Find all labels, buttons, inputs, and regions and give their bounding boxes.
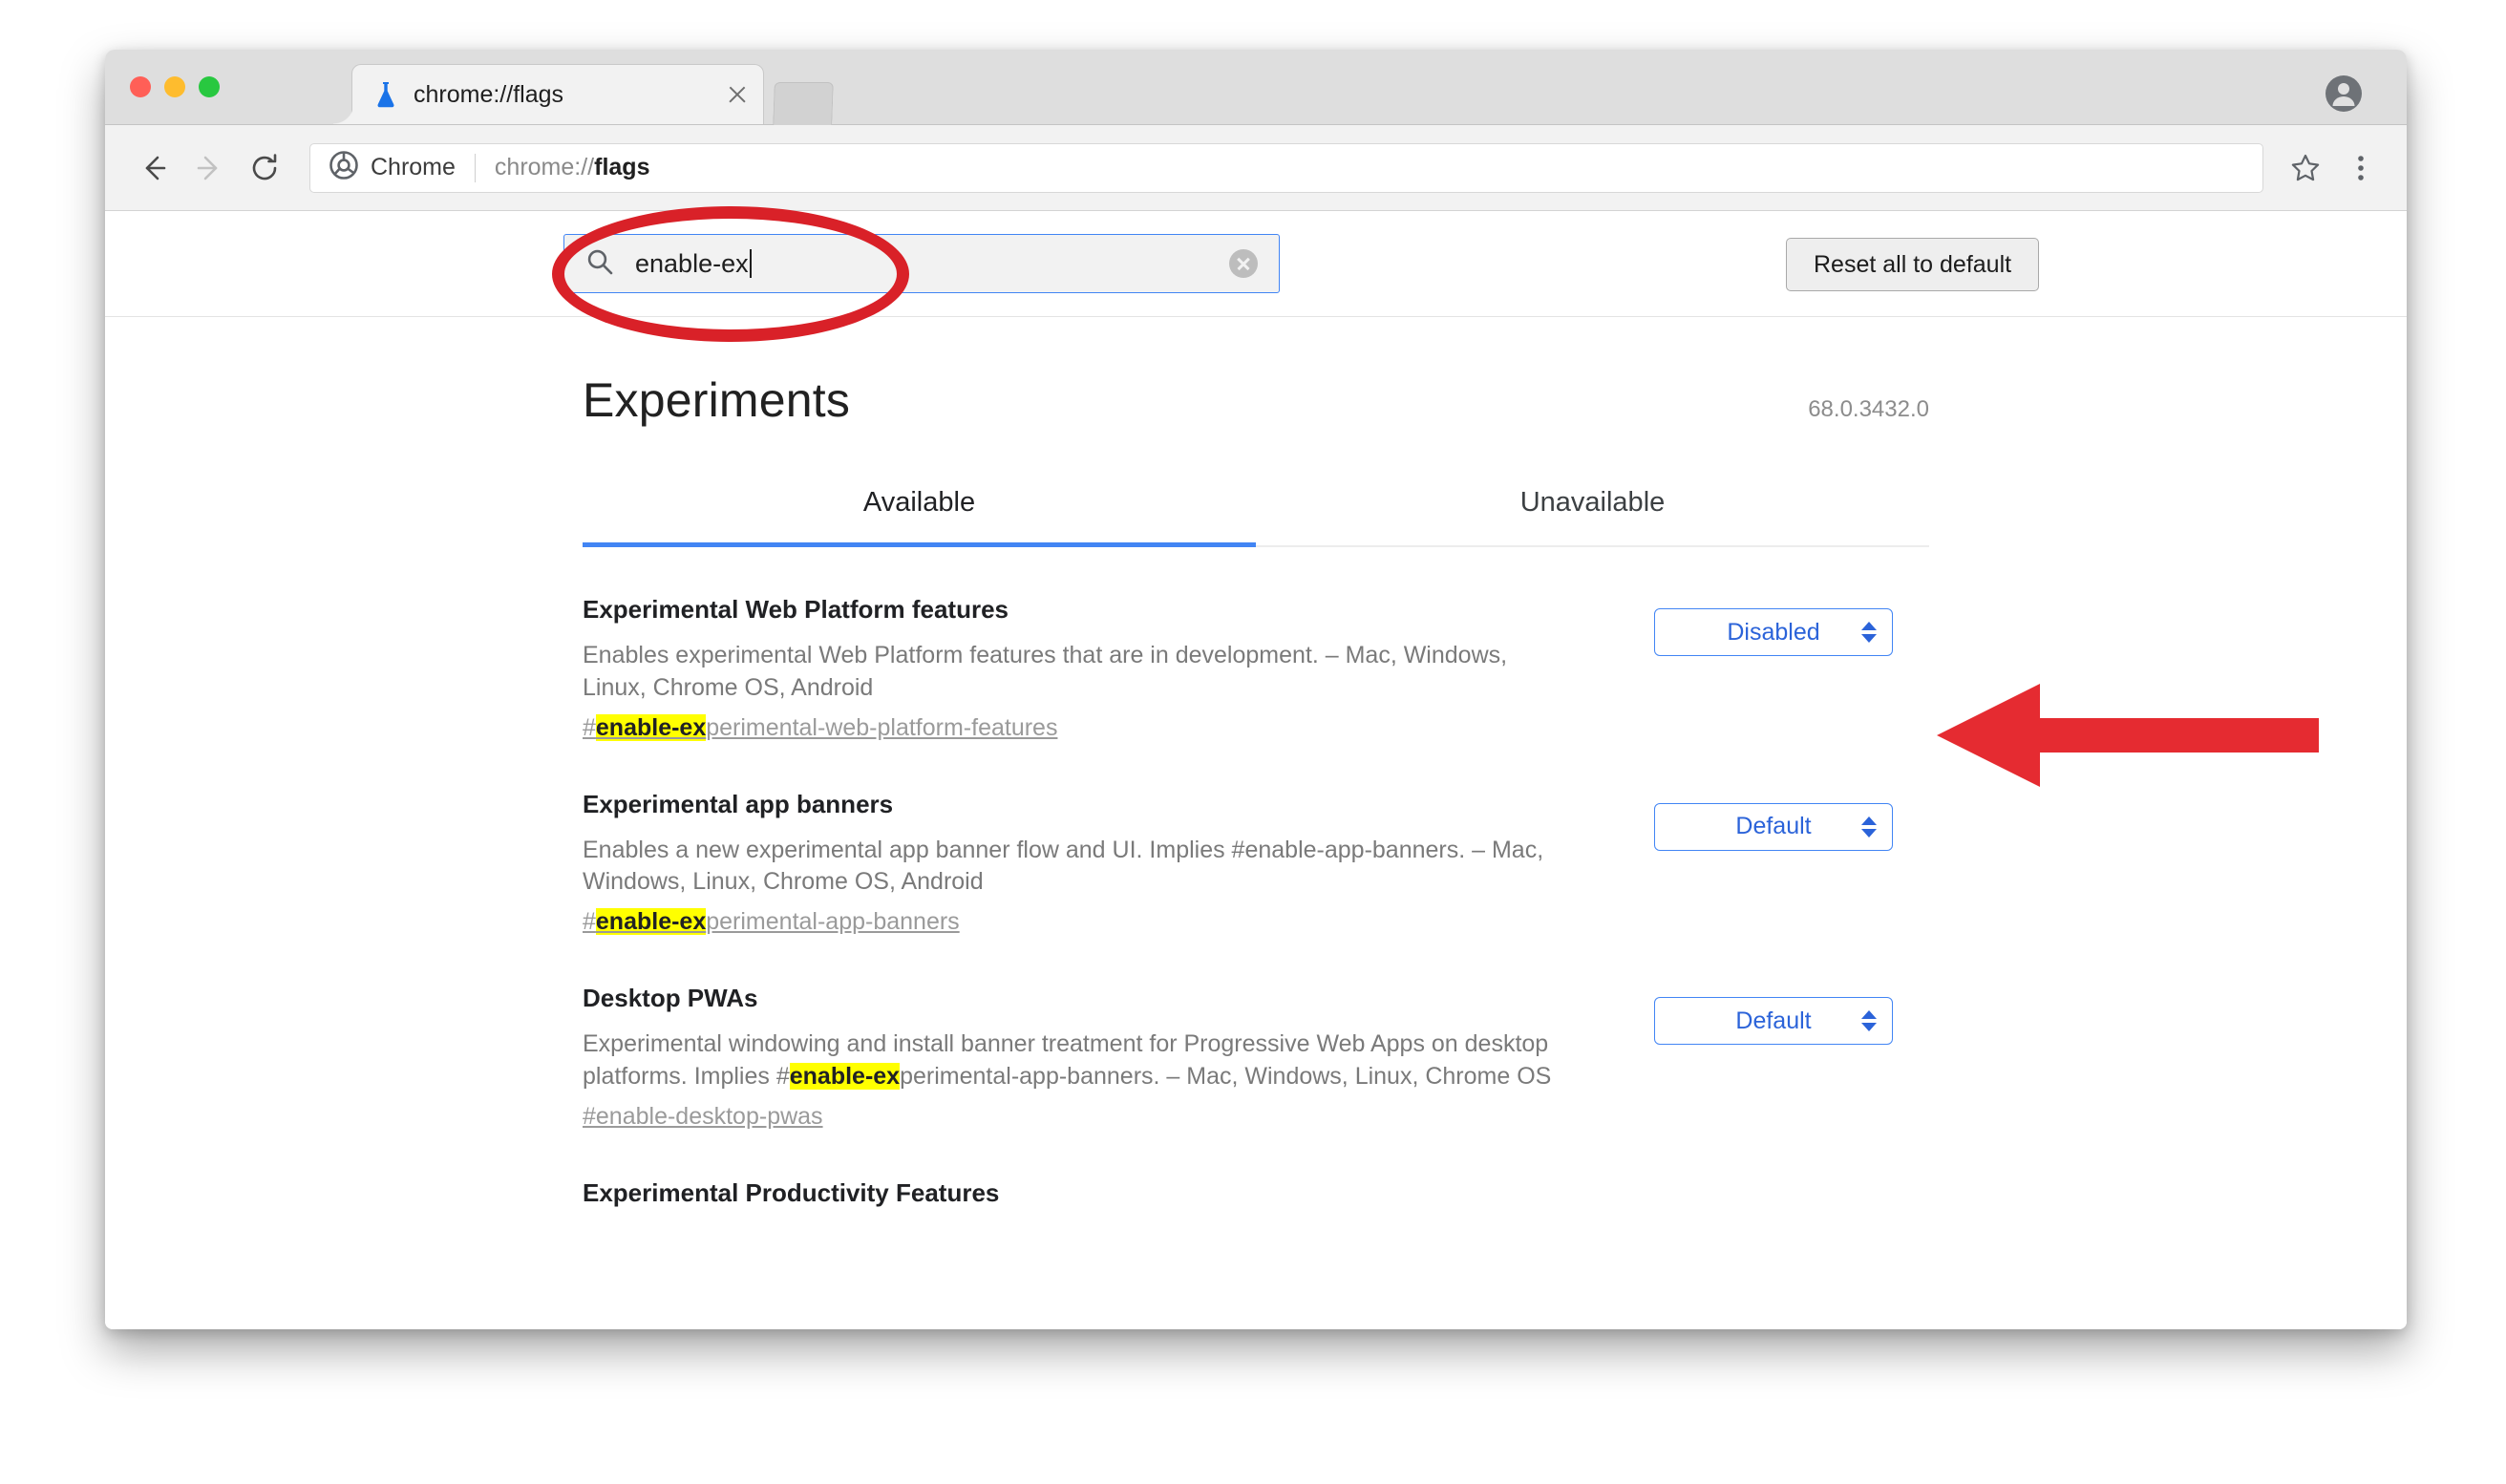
experiment-row: Experimental Productivity Features: [583, 1131, 1929, 1223]
omnibox-url: chrome://flags: [495, 154, 650, 181]
tab-strip: chrome://flags: [105, 50, 2407, 125]
page-title: Experiments: [583, 373, 851, 427]
flag-link-highlight: enable-ex: [595, 908, 707, 935]
experiment-state-value: Default: [1735, 1007, 1812, 1034]
search-icon: [585, 247, 614, 281]
experiment-flag-link[interactable]: #enable-experimental-app-banners: [583, 908, 960, 936]
reload-icon[interactable]: [237, 140, 292, 196]
window-maximize-button[interactable]: [199, 76, 220, 97]
site-identity-chip[interactable]: Chrome: [329, 151, 456, 184]
browser-tab-chrome-flags[interactable]: chrome://flags: [333, 64, 764, 124]
experiment-description: Enables a new experimental app banner fl…: [583, 835, 1595, 900]
chevron-updown-icon: [1861, 1010, 1877, 1031]
experiment-description-line2: Linux, Chrome OS, Android: [583, 673, 874, 701]
flag-link-suffix: perimental-web-platform-features: [706, 713, 1058, 741]
omnibox-divider: [474, 153, 476, 182]
experiment-description-line2-post: perimental-app-banners. – Mac, Windows, …: [900, 1062, 1552, 1090]
experiment-row: Desktop PWAs Experimental windowing and …: [583, 936, 1929, 1131]
flag-link-highlight: enable-ex: [595, 713, 707, 741]
flag-link-prefix: #: [583, 713, 596, 741]
flag-link-suffix: perimental-app-banners: [706, 908, 960, 935]
flag-link-prefix: #: [583, 908, 596, 935]
window-minimize-button[interactable]: [164, 76, 185, 97]
flags-content-inner: Experiments 68.0.3432.0 Available Unavai…: [583, 317, 1929, 1223]
chrome-logo-icon: [329, 151, 358, 184]
tab-unavailable[interactable]: Unavailable: [1256, 487, 1929, 545]
site-identity-label: Chrome: [371, 154, 456, 180]
experiment-state-select[interactable]: Disabled: [1654, 608, 1893, 656]
reset-all-to-default-button[interactable]: Reset all to default: [1786, 238, 2040, 291]
flask-icon: [373, 80, 398, 109]
address-bar[interactable]: Chrome chrome://flags: [309, 142, 2263, 193]
experiment-description-line1: Enables experimental Web Platform featur…: [583, 642, 1508, 668]
flag-link-prefix: #enable-desktop-pwas: [583, 1102, 823, 1130]
flags-search-header: enable-ex Reset all to default: [105, 211, 2407, 317]
tab-available[interactable]: Available: [583, 487, 1256, 547]
omnibox-url-prefix: chrome://: [494, 154, 595, 180]
page-heading-row: Experiments 68.0.3432.0: [583, 372, 1929, 428]
experiment-description-line1: Enables a new experimental app banner fl…: [583, 836, 1544, 863]
experiment-row: Experimental Web Platform features Enabl…: [583, 547, 1929, 742]
browser-toolbar: Chrome chrome://flags: [105, 125, 2407, 211]
inactive-tab[interactable]: [773, 82, 834, 125]
experiment-description-line1: Experimental windowing and install banne…: [583, 1030, 1549, 1057]
account-avatar-icon[interactable]: [2323, 73, 2365, 115]
search-input[interactable]: enable-ex: [563, 234, 1280, 293]
experiment-state-select[interactable]: Default: [1654, 802, 1893, 851]
chevron-updown-icon: [1861, 622, 1877, 643]
experiment-text-block: Experimental Productivity Features: [583, 1178, 1595, 1223]
text-caret: [749, 249, 752, 278]
experiment-description-highlight: enable-ex: [789, 1062, 901, 1090]
experiment-row: Experimental app banners Enables a new e…: [583, 742, 1929, 937]
experiment-state-value: Disabled: [1727, 618, 1820, 646]
chrome-version-label: 68.0.3432.0: [1808, 396, 1929, 422]
experiment-text-block: Desktop PWAs Experimental windowing and …: [583, 984, 1595, 1131]
three-dot-menu-icon[interactable]: [2336, 143, 2386, 193]
search-input-text-wrapper: enable-ex: [635, 249, 1229, 279]
clear-x-icon[interactable]: [1229, 249, 1258, 278]
experiment-state-value: Default: [1735, 813, 1812, 839]
omnibox-url-emphasis: flags: [594, 154, 650, 180]
back-arrow-icon[interactable]: [126, 140, 181, 196]
experiment-title: Experimental Web Platform features: [583, 595, 1009, 624]
flags-content-area: Experiments 68.0.3432.0 Available Unavai…: [105, 317, 2407, 1329]
experiment-flag-link[interactable]: #enable-experimental-web-platform-featur…: [583, 713, 1058, 742]
window-traffic-lights: [130, 76, 220, 97]
experiment-text-block: Experimental Web Platform features Enabl…: [583, 595, 1595, 742]
experiment-title: Experimental app banners: [583, 789, 894, 818]
forward-arrow-icon: [181, 140, 237, 196]
experiment-text-block: Experimental app banners Enables a new e…: [583, 790, 1595, 937]
experiment-control: Default: [1595, 790, 1929, 851]
experiment-description: Enables experimental Web Platform featur…: [583, 640, 1595, 705]
close-icon[interactable]: [723, 80, 752, 109]
experiment-control: Disabled: [1595, 595, 1929, 656]
experiment-control: Default: [1595, 984, 1929, 1045]
experiment-description-line2: Windows, Linux, Chrome OS, Android: [583, 868, 984, 896]
chevron-updown-icon: [1861, 816, 1877, 837]
experiment-description-line2-pre: platforms. Implies #: [583, 1062, 790, 1090]
browser-tab-title: chrome://flags: [414, 80, 564, 108]
experiment-state-select[interactable]: Default: [1654, 997, 1893, 1045]
experiment-description: Experimental windowing and install banne…: [583, 1028, 1595, 1093]
search-input-value: enable-ex: [635, 248, 749, 278]
experiment-flag-link[interactable]: #enable-desktop-pwas: [583, 1103, 823, 1131]
window-close-button[interactable]: [130, 76, 151, 97]
star-bookmark-icon[interactable]: [2281, 143, 2330, 193]
experiment-title: Experimental Productivity Features: [583, 1177, 1000, 1207]
browser-window: chrome://flags Chrome chrome://flags ena…: [105, 50, 2407, 1329]
flags-tab-bar: Available Unavailable: [583, 487, 1929, 547]
experiment-title: Desktop PWAs: [583, 984, 758, 1012]
